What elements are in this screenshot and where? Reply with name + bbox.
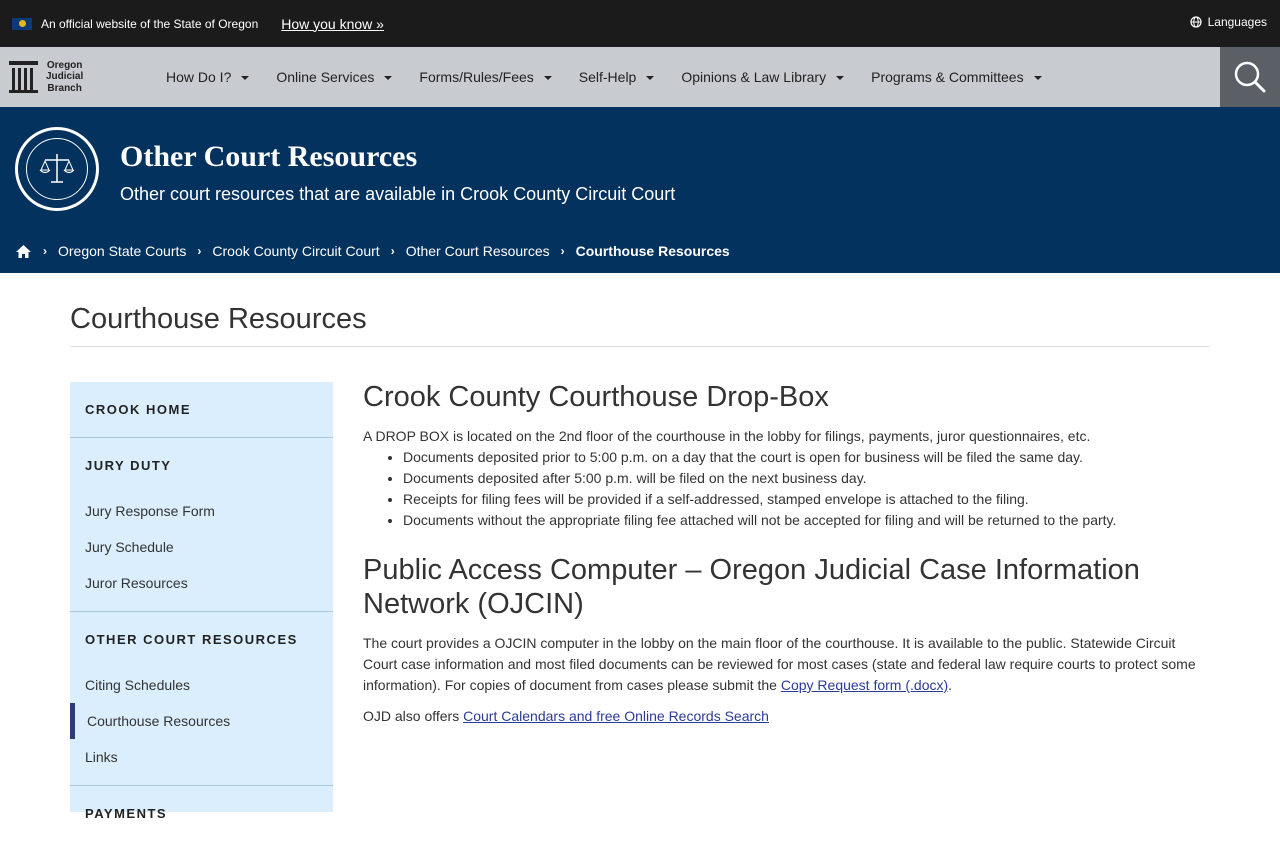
list-item: Documents without the appropriate filing… xyxy=(403,510,1213,531)
oregon-flag-icon xyxy=(12,17,32,30)
nav-opinions-law-library[interactable]: Opinions & Law Library xyxy=(681,69,845,85)
official-text: An official website of the State of Oreg… xyxy=(41,16,259,31)
title-divider xyxy=(70,346,1210,347)
sidebar-item-crook-home[interactable]: CROOK HOME xyxy=(70,382,333,437)
hero-banner: Other Court Resources Other court resour… xyxy=(0,107,1280,273)
sidebar-item-jury-duty[interactable]: JURY DUTY xyxy=(70,438,333,493)
logo-text: Oregon Judicial Branch xyxy=(46,59,84,94)
sidebar-item-courthouse-resources[interactable]: Courthouse Resources xyxy=(70,703,333,739)
breadcrumb-crook-county[interactable]: Crook County Circuit Court xyxy=(212,243,379,259)
chevron-right-icon: › xyxy=(390,244,395,258)
sidebar-item-jury-response-form[interactable]: Jury Response Form xyxy=(70,493,333,529)
scales-of-justice-icon xyxy=(39,154,75,183)
hero-subtitle: Other court resources that are available… xyxy=(120,184,676,204)
breadcrumb: › Oregon State Courts › Crook County Cir… xyxy=(15,243,730,259)
chevron-down-icon xyxy=(241,76,250,80)
court-calendars-link[interactable]: Court Calendars and free Online Records … xyxy=(463,708,769,724)
chevron-right-icon: › xyxy=(197,244,202,258)
courthouse-pillars-icon xyxy=(9,61,38,93)
sidebar-item-juror-resources[interactable]: Juror Resources xyxy=(70,565,333,601)
nav-self-help[interactable]: Self-Help xyxy=(579,69,655,85)
breadcrumb-other-court-resources[interactable]: Other Court Resources xyxy=(406,243,550,259)
dropbox-heading: Crook County Courthouse Drop-Box xyxy=(363,381,829,413)
chevron-down-icon xyxy=(836,76,845,80)
nav-forms-rules-fees[interactable]: Forms/Rules/Fees xyxy=(419,69,552,85)
search-button[interactable] xyxy=(1220,47,1280,107)
main-content: Crook County Courthouse Drop-Box A DROP … xyxy=(363,380,1213,727)
search-icon xyxy=(1234,61,1266,93)
ojd-logo[interactable]: Oregon Judicial Branch xyxy=(0,60,166,95)
sidebar-item-links[interactable]: Links xyxy=(70,739,333,775)
home-icon[interactable] xyxy=(15,244,32,259)
ojd-paragraph: OJD also offers Court Calendars and free… xyxy=(363,708,769,724)
nav-online-services[interactable]: Online Services xyxy=(276,69,393,85)
list-item: Documents deposited after 5:00 p.m. will… xyxy=(403,468,1213,489)
chevron-down-icon xyxy=(1033,76,1042,80)
breadcrumb-oregon-state-courts[interactable]: Oregon State Courts xyxy=(58,243,186,259)
hero-title: Other Court Resources xyxy=(120,140,418,173)
sidebar-item-other-court-resources[interactable]: OTHER COURT RESOURCES xyxy=(70,612,333,667)
chevron-right-icon: › xyxy=(560,244,565,258)
dropbox-intro: A DROP BOX is located on the 2nd floor o… xyxy=(363,428,1091,444)
how-you-know-link[interactable]: How you know » xyxy=(281,16,384,32)
judicial-department-seal xyxy=(15,127,99,211)
chevron-down-icon xyxy=(384,76,393,80)
nav-menu: How Do I? Online Services Forms/Rules/Fe… xyxy=(166,69,1069,85)
breadcrumb-current: Courthouse Resources xyxy=(575,243,730,259)
page-title: Courthouse Resources xyxy=(70,303,367,335)
sidebar-item-jury-schedule[interactable]: Jury Schedule xyxy=(70,529,333,565)
languages-label: Languages xyxy=(1207,15,1267,29)
chevron-down-icon xyxy=(646,76,655,80)
official-banner: An official website of the State of Oreg… xyxy=(0,0,1280,47)
nav-programs-committees[interactable]: Programs & Committees xyxy=(871,69,1042,85)
ojcin-heading: Public Access Computer – Oregon Judicial… xyxy=(363,554,1140,620)
dropbox-list: Documents deposited prior to 5:00 p.m. o… xyxy=(403,447,1213,531)
chevron-down-icon xyxy=(543,76,552,80)
sidebar: CROOK HOME JURY DUTY Jury Response Form … xyxy=(70,382,333,821)
languages-button[interactable]: Languages xyxy=(1190,15,1267,29)
copy-request-form-link[interactable]: Copy Request form (.docx) xyxy=(781,677,948,693)
sidebar-item-citing-schedules[interactable]: Citing Schedules xyxy=(70,667,333,703)
main-navigation: Oregon Judicial Branch How Do I? Online … xyxy=(0,47,1280,107)
chevron-right-icon: › xyxy=(43,244,47,258)
sidebar-item-payments[interactable]: PAYMENTS xyxy=(70,786,333,841)
list-item: Receipts for filing fees will be provide… xyxy=(403,489,1213,510)
ojcin-paragraph: The court provides a OJCIN computer in t… xyxy=(363,635,1196,693)
list-item: Documents deposited prior to 5:00 p.m. o… xyxy=(403,447,1213,468)
nav-how-do-i[interactable]: How Do I? xyxy=(166,69,250,85)
globe-icon xyxy=(1190,16,1202,28)
